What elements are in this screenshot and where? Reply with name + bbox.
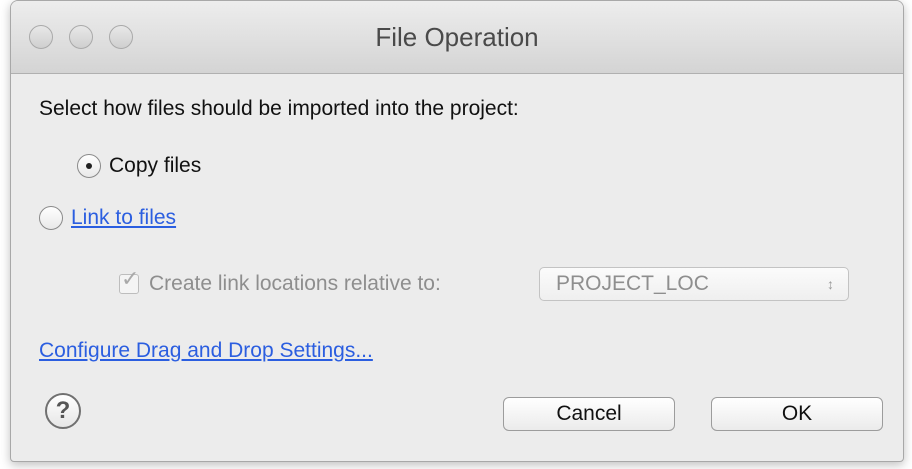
relative-location-select[interactable]: PROJECT_LOC ↕: [539, 267, 849, 301]
link-files-option[interactable]: Link to files: [39, 203, 176, 233]
cancel-button[interactable]: Cancel: [503, 397, 675, 431]
ok-button[interactable]: OK: [711, 397, 883, 431]
copy-files-radio[interactable]: [77, 154, 101, 178]
help-icon[interactable]: ?: [45, 393, 81, 429]
copy-files-label: Copy files: [109, 154, 202, 177]
relative-location-checkbox[interactable]: ✓: [119, 268, 139, 294]
select-arrows-icon: ↕: [827, 276, 834, 292]
checkmark-icon: ✓: [121, 266, 140, 291]
file-operation-dialog: File Operation Select how files should b…: [10, 0, 904, 462]
title-bar[interactable]: File Operation: [11, 1, 903, 74]
configure-drag-drop-link[interactable]: Configure Drag and Drop Settings...: [39, 339, 373, 363]
copy-files-option[interactable]: Copy files: [77, 151, 201, 181]
link-files-label: Link to files: [71, 206, 177, 229]
relative-location-option[interactable]: ✓ Create link locations relative to:: [119, 268, 441, 299]
relative-location-label: Create link locations relative to:: [149, 272, 441, 295]
relative-location-value: PROJECT_LOC: [556, 272, 709, 295]
window-title: File Operation: [375, 22, 539, 52]
link-files-radio[interactable]: [39, 206, 63, 230]
import-instructions: Select how files should be imported into…: [39, 97, 519, 120]
